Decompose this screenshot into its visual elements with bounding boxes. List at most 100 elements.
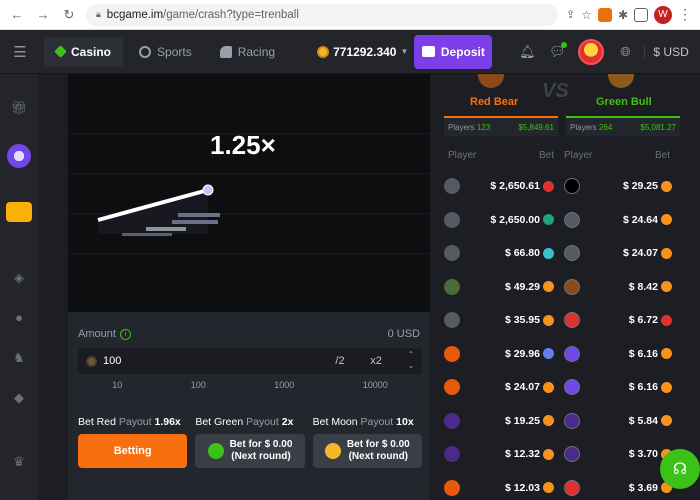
browser-menu-icon[interactable]: ⋮ [678,6,692,23]
user-avatar[interactable] [578,38,605,65]
currency-selector[interactable]: $ USD [644,44,689,59]
promo-icon[interactable] [0,202,38,222]
player-avatar[interactable] [444,211,460,228]
tab-racing[interactable]: Racing [208,37,287,67]
player-avatar[interactable] [564,479,580,496]
currency-icon [661,180,672,192]
preset-10000[interactable]: 10000 [363,380,388,390]
preset-10[interactable]: 10 [112,380,122,390]
green-bet-row[interactable]: $ 6.16 [564,345,672,363]
bet-moon-button[interactable]: Bet for $ 0.00 (Next round) [312,434,422,468]
green-bet-row[interactable]: $ 5.84 [564,412,672,430]
green-bet-row[interactable]: $ 6.16 [564,378,672,396]
spin-wheel-icon[interactable] [0,144,38,168]
globe-icon[interactable]: 🌐︎ [610,37,640,67]
player-avatar[interactable] [444,479,460,496]
info-icon[interactable]: i [119,328,131,340]
payout-label: Payout [118,416,152,428]
gift-icon[interactable]: 🎁︎ [0,100,38,116]
player-avatar[interactable] [444,379,460,395]
currency-icon [661,281,672,292]
green-bull-logo [608,74,634,88]
tag-icon[interactable]: ◈ [0,270,38,286]
amount-usd-value: 0 USD [387,328,420,340]
green-bet-row[interactable]: $ 8.42 [564,278,672,296]
reload-icon[interactable]: ↻ [60,6,78,24]
green-bet-amount: $ 8.42 [628,280,658,293]
currency-icon [661,348,672,359]
bet-moon-line2: (Next round) [348,451,409,462]
extension-icon[interactable] [597,7,612,22]
chat-icon[interactable]: 💬︎ [542,37,572,67]
sidebar-toggle-icon[interactable] [634,7,648,22]
green-bet-amount: $ 29.25 [622,180,658,192]
red-bet-row[interactable]: $ 35.95 [444,311,554,329]
player-avatar[interactable] [564,412,580,429]
address-bar[interactable]: 🔒︎ bcgame.im/game/crash?type=trenball [86,3,558,26]
tab-casino[interactable]: Casino [44,36,124,67]
half-button[interactable]: /2 [328,351,352,371]
notification-bell-icon[interactable]: 🔔︎ [512,37,542,67]
amount-input[interactable]: 100 /2 x2 ⌃ ⌄ [78,348,422,374]
ticket-icon[interactable]: ◆ [0,390,38,406]
support-headset-icon[interactable]: ☊ [660,449,700,489]
chevron-down-icon: ▼ [400,47,409,56]
vs-label: VS [542,80,569,102]
player-avatar[interactable] [444,245,460,261]
sports-ball-icon[interactable]: ● [0,310,38,325]
bet-green-button[interactable]: Bet for $ 0.00 (Next round) [195,434,305,468]
red-bet-row[interactable]: $ 19.25 [444,412,554,430]
red-bet-row[interactable]: $ 66.80 [444,244,554,262]
vip-icon[interactable]: ♛ [0,454,38,470]
red-bet-row[interactable]: $ 12.03 [444,479,554,497]
preset-1000[interactable]: 1000 [274,380,294,390]
player-avatar[interactable] [564,245,580,261]
player-avatar[interactable] [564,178,580,194]
player-avatar[interactable] [564,379,580,395]
player-avatar[interactable] [564,446,580,462]
red-bet-row[interactable]: $ 49.29 [444,278,554,296]
red-bet-row[interactable]: $ 24.07 [444,378,554,396]
player-avatar[interactable] [564,312,580,328]
profile-avatar[interactable]: W [654,5,672,24]
hamburger-icon[interactable]: ☰ [0,30,40,74]
green-bet-row[interactable]: $ 3.70 [564,445,672,463]
player-avatar[interactable] [444,412,460,429]
player-avatar[interactable] [444,278,460,295]
player-avatar[interactable] [444,178,460,194]
tab-sports[interactable]: Sports [127,37,204,67]
green-bet-amount: $ 3.69 [628,481,658,494]
green-bet-row[interactable]: $ 6.72 [564,311,672,329]
red-bet-amount: $ 2,650.00 [490,213,540,226]
red-bet-row[interactable]: $ 29.96 [444,345,554,363]
back-icon[interactable]: ← [8,6,26,24]
player-avatar[interactable] [444,446,460,462]
red-bet-amount: $ 12.03 [504,481,540,494]
green-bet-row[interactable]: $ 24.07 [564,244,672,262]
red-bet-row[interactable]: $ 2,650.61 [444,177,554,195]
bookmark-star-icon[interactable]: ☆ [581,8,592,22]
puzzle-icon[interactable]: ✱ [618,8,628,22]
player-avatar[interactable] [564,211,580,228]
player-avatar[interactable] [444,312,460,328]
preset-100[interactable]: 100 [191,380,206,390]
chevron-down-icon[interactable]: ⌄ [404,360,418,371]
multiplier-display: 1.25× [210,130,276,160]
horse-icon[interactable]: ♞ [0,350,38,366]
green-bet-row[interactable]: $ 29.25 [564,177,672,195]
share-icon[interactable]: ⇪ [566,8,575,21]
deposit-button[interactable]: Deposit [414,34,493,69]
balance-display[interactable]: 771292.340 ▼ [317,45,408,59]
forward-icon[interactable]: → [34,6,52,24]
player-avatar[interactable] [564,278,580,295]
amount-stepper[interactable]: ⌃ ⌄ [404,349,418,371]
green-bet-row[interactable]: $ 24.64 [564,211,672,229]
chevron-up-icon[interactable]: ⌃ [404,349,418,360]
player-avatar[interactable] [564,345,580,362]
player-avatar[interactable] [444,345,460,362]
red-bet-row[interactable]: $ 12.32 [444,445,554,463]
betting-button[interactable]: Betting [78,434,188,468]
red-bet-row[interactable]: $ 2,650.00 [444,211,554,229]
green-bet-row[interactable]: $ 3.69 [564,479,672,497]
double-button[interactable]: x2 [361,351,391,371]
